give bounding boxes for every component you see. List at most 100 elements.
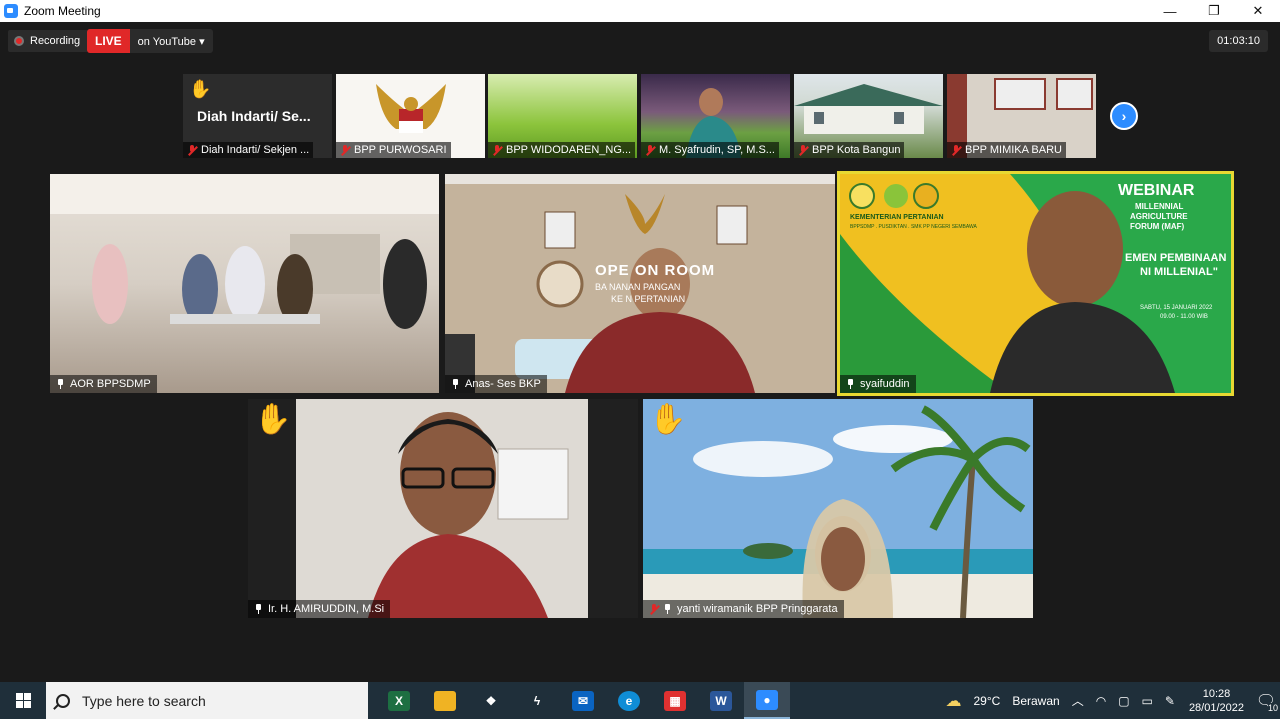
- pin-icon: [846, 379, 855, 389]
- participant-label: M. Syafrudin, SP, M.S...: [641, 142, 779, 158]
- mic-muted-icon: [645, 144, 655, 156]
- edge-icon: e: [618, 690, 640, 711]
- recording-label: Recording: [30, 35, 81, 47]
- show-hidden-icons[interactable]: ︿: [1072, 692, 1084, 709]
- pin-icon: [254, 604, 263, 614]
- meeting-area: Recording LIVE on YouTube ▾ 01:03:10 ✋ D…: [0, 22, 1280, 682]
- record-icon: [14, 36, 24, 46]
- system-tray: ☁ 29°C Berawan ︿ ◠ ▢ ▭ ✎ 10:28 28/01/202…: [940, 682, 1280, 719]
- participant-label: AOR BPPSDMP: [50, 375, 157, 393]
- mic-muted-icon: [492, 144, 502, 156]
- participant-label: BPP MIMIKA BARU: [947, 142, 1066, 158]
- banner-org2: BPPSDMP . PUSDIKTAN . SMK PP NEGERI SEMB…: [850, 224, 977, 230]
- taskbar-app-mail[interactable]: ✉: [560, 682, 606, 719]
- folder-icon: [434, 690, 456, 711]
- mic-muted-icon: [649, 603, 659, 615]
- mic-muted-icon: [798, 144, 808, 156]
- search-placeholder: Type here to search: [82, 692, 206, 709]
- taskbar-app-power-automate[interactable]: ϟ: [514, 682, 560, 719]
- video-tile[interactable]: ✋ yanti wiramanik BPP Pringgarata: [643, 399, 1033, 618]
- thumbnail-participant[interactable]: BPP WIDODAREN_NG...: [488, 74, 637, 158]
- room-sign: OPE ON ROOM: [595, 262, 716, 279]
- windows-taskbar: Type here to search X ❖ ϟ ✉ e ▦ W ● ☁ 29…: [0, 682, 1280, 719]
- participant-label: Anas- Ses BKP: [445, 375, 547, 393]
- taskbar-clock[interactable]: 10:28 28/01/2022: [1189, 687, 1244, 715]
- search-icon: [56, 693, 70, 708]
- battery-icon[interactable]: ▭: [1142, 694, 1153, 708]
- next-page-button[interactable]: ›: [1110, 102, 1138, 130]
- participant-label: BPP WIDODAREN_NG...: [488, 142, 636, 158]
- mail-icon: ✉: [572, 690, 594, 711]
- weather-icon: ☁: [945, 692, 962, 710]
- participant-video: [50, 174, 439, 329]
- notification-count: 10: [1267, 703, 1278, 713]
- participant-name-overlay: Diah Indarti/ Se...: [197, 108, 311, 124]
- banner-line-4: EMEN PEMBINAAN: [1125, 252, 1227, 264]
- video-tile[interactable]: ✋ Ir. H. AMIRUDDIN, M.Si: [248, 399, 638, 618]
- raised-hand-icon: ✋: [649, 403, 687, 436]
- thumbnail-participant[interactable]: BPP Kota Bangun: [794, 74, 943, 158]
- dropbox-icon: ❖: [485, 693, 497, 708]
- taskbar-app-edge[interactable]: e: [606, 682, 652, 719]
- banner-line-2: AGRICULTURE: [1130, 212, 1188, 221]
- taskbar-app-excel[interactable]: X: [376, 682, 422, 719]
- word-icon: W: [710, 690, 732, 711]
- banner-title: WEBINAR: [1118, 182, 1195, 199]
- video-tile[interactable]: AOR BPPSDMP: [50, 174, 439, 393]
- participant-label: yanti wiramanik BPP Pringgarata: [643, 600, 844, 618]
- close-button[interactable]: ✕: [1236, 0, 1280, 22]
- meet-now-icon[interactable]: ▢: [1118, 694, 1129, 708]
- participant-label: Ir. H. AMIRUDDIN, M.Si: [248, 600, 391, 618]
- weather-desc[interactable]: Berawan: [1012, 694, 1059, 708]
- taskbar-search-box[interactable]: Type here to search: [46, 682, 368, 719]
- pin-icon: [663, 604, 672, 614]
- wifi-icon[interactable]: ◠: [1096, 694, 1106, 708]
- live-badge: LIVE: [87, 29, 130, 53]
- thumbnail-participant[interactable]: BPP PURWOSARI: [336, 74, 485, 158]
- thumbnail-participant[interactable]: BPP MIMIKA BARU: [947, 74, 1096, 158]
- minimize-button[interactable]: —: [1148, 0, 1192, 22]
- participant-label: BPP PURWOSARI: [336, 142, 451, 158]
- start-button[interactable]: [0, 682, 46, 719]
- participant-label: Diah Indarti/ Sekjen ...: [183, 142, 314, 158]
- taskbar-app-zoom[interactable]: ●: [744, 682, 790, 719]
- lightning-icon: ϟ: [533, 693, 541, 708]
- recording-indicator[interactable]: Recording: [8, 30, 89, 52]
- video-tile[interactable]: OPE ON ROOM BA NANAN PANGAN KE N PERTANI…: [445, 174, 835, 393]
- meeting-timer: 01:03:10: [1209, 30, 1268, 52]
- window-titlebar: Zoom Meeting — ❐ ✕: [0, 0, 1280, 22]
- banner-line-3: FORUM (MAF): [1130, 222, 1185, 231]
- participant-label: syaifuddin: [840, 375, 916, 393]
- room-sign-sub1: BA NANAN PANGAN: [595, 282, 681, 292]
- zoom-app-icon: [4, 4, 18, 18]
- zoom-icon: ●: [756, 689, 778, 710]
- taskbar-app-anydesk[interactable]: ▦: [652, 682, 698, 719]
- mic-muted-icon: [951, 144, 961, 156]
- live-stream-indicator[interactable]: LIVE on YouTube ▾: [87, 29, 213, 53]
- notification-center-button[interactable]: 🗨 10: [1252, 682, 1280, 719]
- pin-icon: [451, 379, 460, 389]
- excel-icon: X: [388, 690, 410, 711]
- room-sign-sub2: KE N PERTANIAN: [611, 294, 686, 304]
- thumbnail-participant[interactable]: M. Syafrudin, SP, M.S...: [641, 74, 790, 158]
- thumbnail-participant[interactable]: ✋ Diah Indarti/ Se... Diah Indarti/ Sekj…: [183, 74, 332, 158]
- window-title: Zoom Meeting: [24, 4, 101, 18]
- windows-logo-icon: [15, 693, 31, 708]
- taskbar-app-file-explorer[interactable]: [422, 682, 468, 719]
- clock-date: 28/01/2022: [1188, 701, 1244, 714]
- taskbar-app-dropbox[interactable]: ❖: [468, 682, 514, 719]
- restore-button[interactable]: ❐: [1192, 0, 1236, 22]
- raised-hand-icon: ✋: [254, 403, 292, 436]
- banner-line-1: MILLENNIAL: [1135, 202, 1184, 211]
- raised-hand-icon: ✋: [189, 79, 212, 99]
- weather-temp[interactable]: 29°C: [974, 694, 1001, 708]
- pen-icon[interactable]: ✎: [1165, 694, 1175, 708]
- banner-line-5: NI MILLENIAL": [1140, 266, 1218, 278]
- mic-muted-icon: [340, 144, 350, 156]
- dropdown-arrow-icon: ▾: [199, 35, 205, 48]
- banner-date: SABTU, 15 JANUARI 2022: [1140, 305, 1213, 311]
- active-speaker-tile[interactable]: KEMENTERIAN PERTANIAN BPPSDMP . PUSDIKTA…: [837, 171, 1234, 396]
- taskbar-app-word[interactable]: W: [698, 682, 744, 719]
- participant-video: [296, 399, 588, 618]
- pin-icon: [56, 379, 65, 389]
